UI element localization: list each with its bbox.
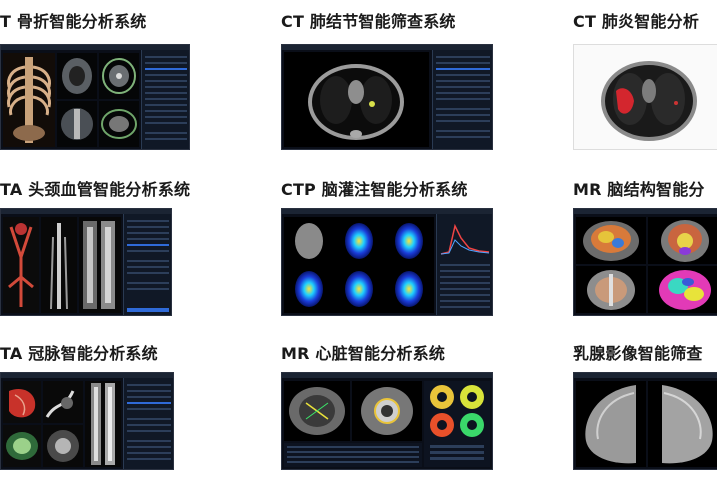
product-title: MR 脑结构智能分 (573, 180, 705, 199)
product-title: T 骨折智能分析系统 (0, 12, 147, 31)
product-screenshot (573, 208, 717, 316)
product-screenshot (0, 372, 174, 470)
product-screenshot (0, 208, 172, 316)
product-title: CT 肺炎智能分析 (573, 12, 700, 31)
product-title: MR 心脏智能分析系统 (281, 344, 446, 363)
product-title: CT 肺结节智能筛查系统 (281, 12, 456, 31)
product-screenshot (281, 208, 493, 316)
product-screenshot (573, 372, 717, 470)
product-title: TA 头颈血管智能分析系统 (0, 180, 191, 199)
product-screenshot (0, 44, 190, 150)
product-screenshot (281, 372, 493, 470)
product-screenshot (281, 44, 493, 150)
product-title: CTP 脑灌注智能分析系统 (281, 180, 468, 199)
product-screenshot (573, 44, 717, 150)
product-title: 乳腺影像智能筛查 (573, 344, 703, 363)
product-title: TA 冠脉智能分析系统 (0, 344, 158, 363)
